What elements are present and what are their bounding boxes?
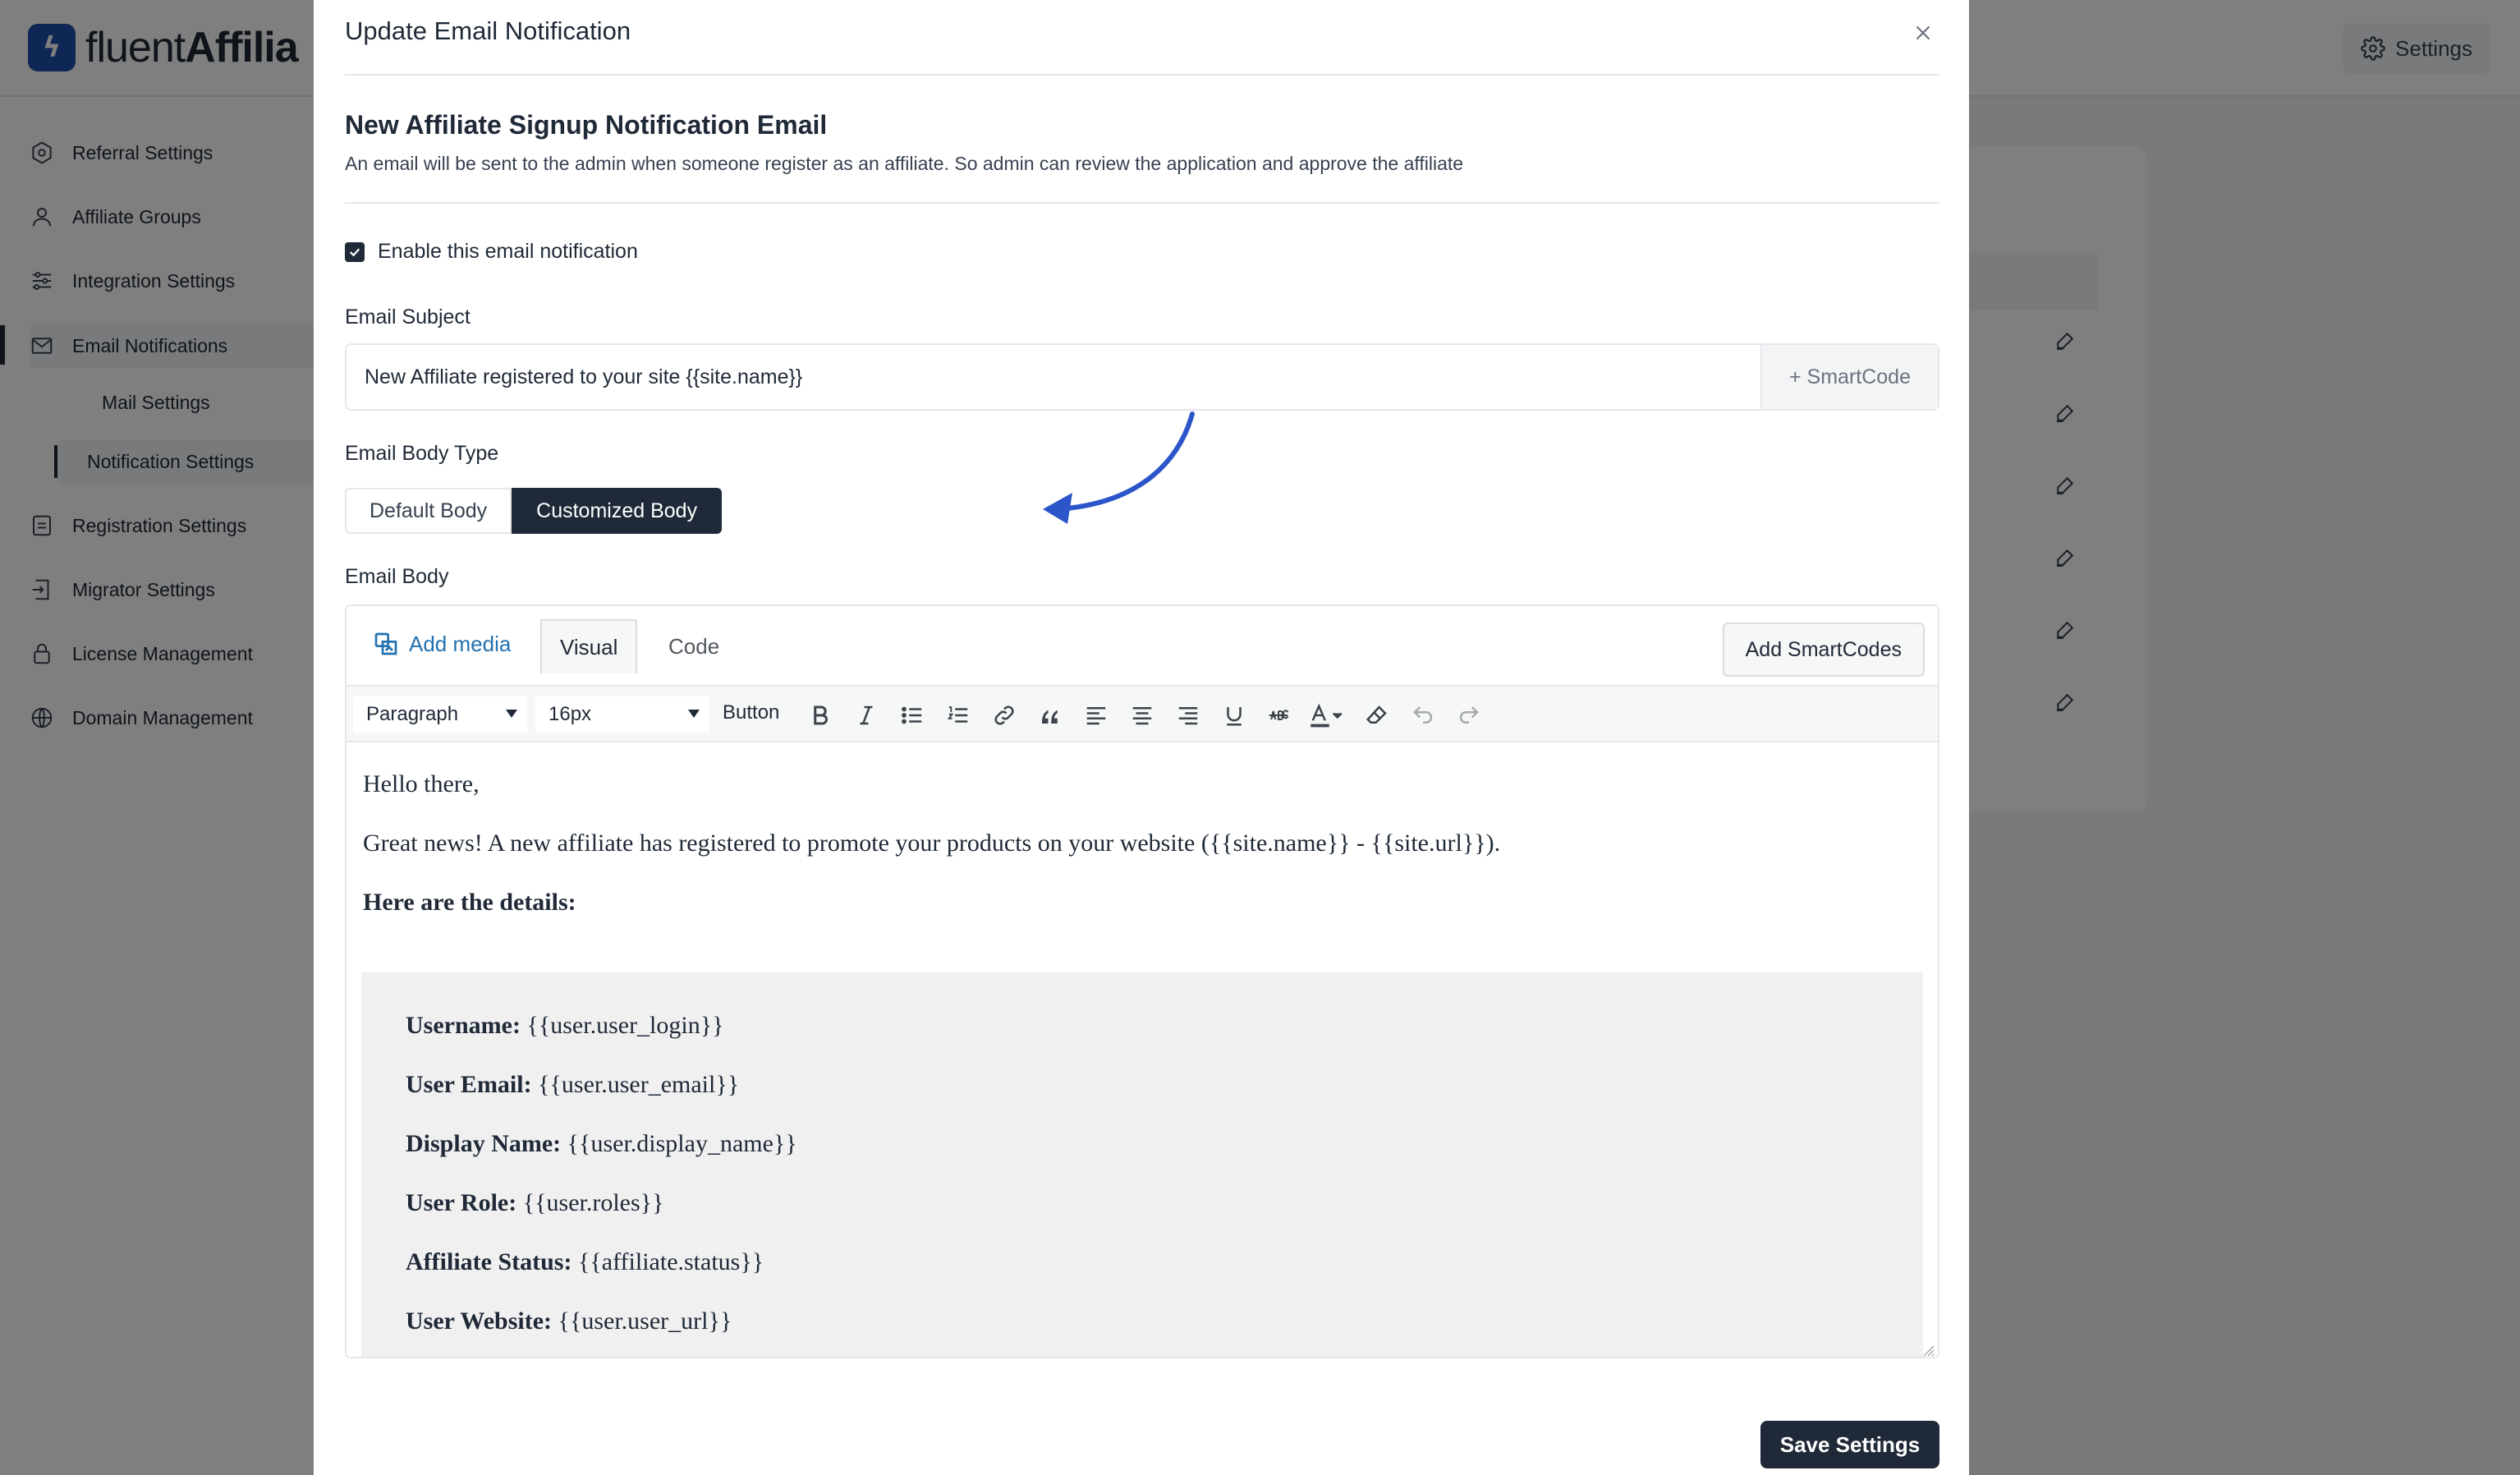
- tab-code[interactable]: Code: [650, 619, 737, 673]
- font-size-select-value: 16px: [549, 703, 592, 725]
- checkmark-icon: [349, 247, 360, 256]
- tab-visual[interactable]: Visual: [540, 619, 638, 673]
- underline-icon[interactable]: [1222, 703, 1246, 728]
- editor-tabs: Add media Visual Code Add SmartCodes: [347, 606, 1938, 685]
- close-button[interactable]: [1908, 18, 1938, 48]
- detail-row: User Role: {{user.roles}}: [406, 1189, 663, 1217]
- add-media-label: Add media: [409, 631, 512, 656]
- redo-icon[interactable]: [1457, 703, 1481, 728]
- chevron-down-icon: [506, 710, 517, 718]
- content-details-heading: Here are the details:: [363, 889, 576, 916]
- details-block: Username: {{user.user_login}} User Email…: [361, 972, 1923, 1357]
- undo-icon[interactable]: [1411, 703, 1435, 728]
- bullet-list-icon[interactable]: [900, 703, 925, 728]
- email-body-label: Email Body: [345, 565, 449, 588]
- detail-value: {{user.user_email}}: [538, 1071, 740, 1098]
- align-center-icon[interactable]: [1130, 703, 1154, 728]
- smartcode-button[interactable]: + SmartCode: [1760, 345, 1938, 409]
- modal-title: Update Email Notification: [345, 16, 631, 45]
- media-icon: [374, 632, 397, 655]
- email-subject-input[interactable]: New Affiliate registered to your site {{…: [345, 343, 1939, 411]
- detail-label: Display Name:: [406, 1130, 562, 1157]
- editor-content-area[interactable]: Hello there, Great news! A new affiliate…: [347, 742, 1938, 1357]
- detail-row: Display Name: {{user.display_name}}: [406, 1130, 797, 1158]
- detail-value: {{user.roles}}: [522, 1189, 664, 1216]
- section-title: New Affiliate Signup Notification Email: [345, 110, 828, 140]
- detail-value: {{user.user_login}}: [526, 1012, 724, 1039]
- italic-icon[interactable]: [854, 703, 879, 728]
- text-color-icon[interactable]: [1309, 703, 1343, 728]
- detail-row: Affiliate Status: {{affiliate.status}}: [406, 1248, 764, 1276]
- email-body-editor: Add media Visual Code Add SmartCodes Par…: [345, 604, 1939, 1358]
- email-subject-label: Email Subject: [345, 306, 470, 329]
- section-description: An email will be sent to the admin when …: [345, 153, 1464, 174]
- align-left-icon[interactable]: [1084, 703, 1109, 728]
- close-icon: [1916, 25, 1930, 40]
- add-media-button[interactable]: Add media: [373, 631, 511, 657]
- chevron-down-icon: [688, 710, 700, 718]
- update-email-notification-modal: Update Email Notification New Affiliate …: [314, 0, 1969, 1475]
- divider: [345, 202, 1939, 204]
- detail-row: User Email: {{user.user_email}}: [406, 1071, 739, 1099]
- email-subject-value[interactable]: New Affiliate registered to your site {{…: [347, 345, 1760, 409]
- detail-row: Username: {{user.user_login}}: [406, 1012, 724, 1040]
- enable-notification-checkbox[interactable]: [345, 241, 365, 262]
- detail-value: {{user.user_url}}: [558, 1307, 732, 1335]
- add-smartcodes-button[interactable]: Add SmartCodes: [1722, 623, 1925, 677]
- bold-icon[interactable]: [808, 703, 833, 728]
- content-intro: Great news! A new affiliate has register…: [363, 829, 1501, 857]
- default-body-option[interactable]: Default Body: [345, 488, 512, 534]
- eraser-icon[interactable]: [1365, 703, 1389, 728]
- enable-notification-label: Enable this email notification: [378, 240, 638, 263]
- detail-label: Username:: [406, 1012, 521, 1039]
- detail-value: {{affiliate.status}}: [577, 1248, 764, 1275]
- email-body-type-label: Email Body Type: [345, 442, 499, 465]
- content-greeting: Hello there,: [363, 770, 480, 797]
- strikethrough-icon[interactable]: [1266, 703, 1291, 728]
- blockquote-icon[interactable]: [1038, 703, 1063, 728]
- detail-label: Affiliate Status:: [406, 1248, 572, 1275]
- format-select-value: Paragraph: [366, 703, 459, 725]
- link-icon[interactable]: [992, 703, 1017, 728]
- detail-label: User Website:: [406, 1307, 553, 1335]
- save-settings-button[interactable]: Save Settings: [1760, 1421, 1939, 1468]
- customized-body-option[interactable]: Customized Body: [512, 488, 723, 534]
- detail-value: {{user.display_name}}: [567, 1130, 797, 1157]
- enable-notification-row[interactable]: Enable this email notification: [345, 240, 638, 264]
- detail-label: User Role:: [406, 1189, 517, 1216]
- detail-label: User Email:: [406, 1071, 532, 1098]
- button-tool[interactable]: Button: [723, 701, 779, 724]
- font-size-select[interactable]: 16px: [535, 696, 709, 733]
- align-right-icon[interactable]: [1176, 703, 1200, 728]
- divider: [345, 74, 1939, 76]
- email-body-type-toggle: Default Body Customized Body: [345, 488, 723, 534]
- format-select[interactable]: Paragraph: [353, 696, 527, 733]
- numbered-list-icon[interactable]: [946, 703, 971, 728]
- annotation-arrow-icon: [1043, 411, 1195, 524]
- resize-handle-icon[interactable]: [1920, 1342, 1935, 1357]
- detail-row: User Website: {{user.user_url}}: [406, 1307, 732, 1335]
- editor-toolbar: Paragraph 16px Button: [347, 685, 1938, 742]
